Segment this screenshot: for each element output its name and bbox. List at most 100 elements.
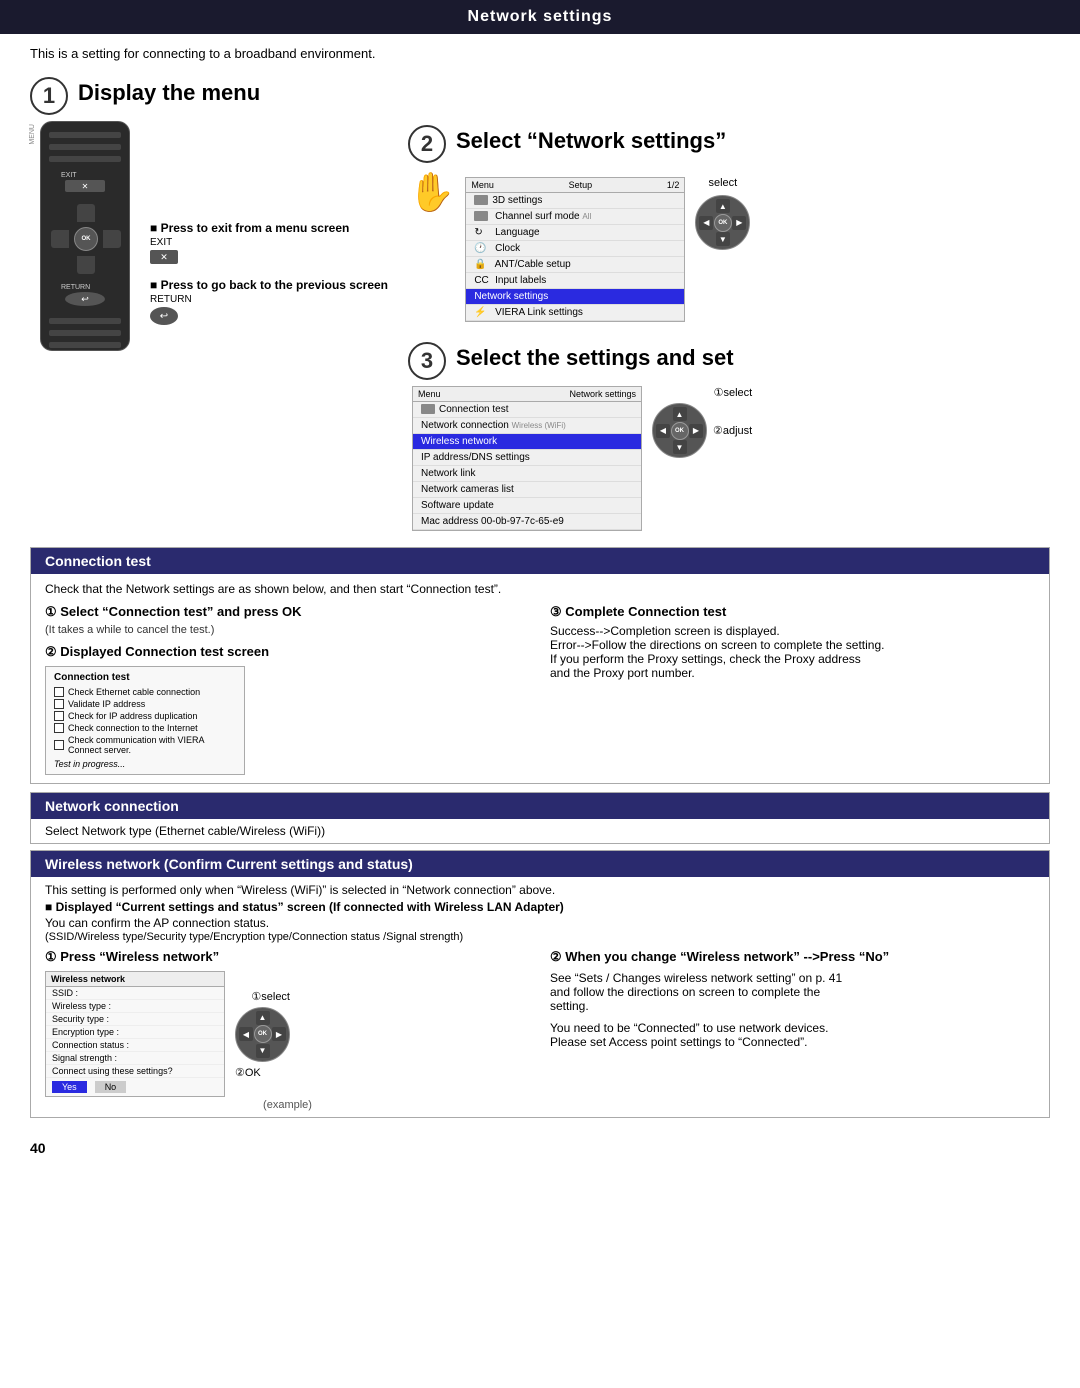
conn-step3-title: ③ Complete Connection test [550, 604, 1035, 620]
return-btn-label: RETURN [150, 294, 388, 305]
wireless-step2-text: See “Sets / Changes wireless network set… [550, 971, 1035, 1013]
wireless-body: This setting is performed only when “Wir… [31, 877, 1049, 1117]
wireless-col-left: ① Press “Wireless network” Wireless netw… [45, 949, 530, 1111]
net-conn-header: Network connection [31, 793, 1049, 819]
step1-header: 1 Display the menu [30, 73, 1050, 115]
step1-number: 1 [30, 77, 68, 115]
step2-header: 2 Select “Network settings” [408, 121, 752, 163]
wireless-header: Wireless network (Confirm Current settin… [31, 851, 1049, 877]
check-box-0 [54, 687, 64, 697]
step3-content: Menu Network settings Connection test Ne… [412, 386, 752, 531]
header-title: Network settings [468, 8, 613, 25]
step2-select-label: select [708, 177, 737, 189]
conn-check-1: Validate IP address [54, 699, 236, 709]
wireless-step2-title: ② When you change “Wireless network” -->… [550, 949, 1035, 965]
menu-row-3: 🕐 Clock [466, 241, 684, 257]
menu-hand-icon: ✋ [408, 171, 455, 215]
conn-test-title: Connection test [45, 553, 151, 569]
menu-row-2: ↻ Language [466, 225, 684, 241]
wireless-row-3: Encryption type : [46, 1026, 224, 1039]
step2-title: Select “Network settings” [456, 128, 726, 154]
step2-remote: select ▲ ▼ ◀ ▶ OK [695, 177, 750, 250]
page-wrapper: Network settings This is a setting for c… [0, 0, 1080, 1162]
conn-test-desc: Check that the Network settings are as s… [45, 582, 1035, 596]
menu-row-1: Channel surf mode All [466, 209, 684, 225]
menu-row-7: ⚡ VIERA Link settings [466, 305, 684, 321]
wireless-screen-row: Wireless network SSID : Wireless type : … [45, 971, 530, 1097]
wireless-ok-label: ②OK [235, 1066, 261, 1079]
menu-mock: Menu Setup 1/2 3D settings Channel surf … [465, 177, 685, 322]
main-content: This is a setting for connecting to a br… [0, 34, 1080, 1134]
wireless-select-label: ①select [251, 990, 290, 1003]
connection-test-section: Connection test Check that the Network s… [30, 547, 1050, 784]
menu-row-4: 🔒 ANT/Cable setup [466, 257, 684, 273]
remote-control-step1: MENU EXIT ✕ OK [40, 121, 130, 351]
conn-check-0: Check Ethernet cable connection [54, 687, 236, 697]
nm-row-6: Software update [413, 498, 641, 514]
nm-row-5: Network cameras list [413, 482, 641, 498]
network-menu-header: Menu Network settings [413, 387, 641, 402]
conn-check-3: Check connection to the Internet [54, 723, 236, 733]
wireless-no-btn[interactable]: No [95, 1081, 127, 1093]
step2-remote-circle: ▲ ▼ ◀ ▶ OK [695, 195, 750, 250]
page-header: Network settings [0, 0, 1080, 34]
conn-step1-title: ① Select “Connection test” and press OK [45, 604, 530, 620]
wireless-col-right: ② When you change “Wireless network” -->… [550, 949, 1035, 1111]
exit-note-title: ■ Press to exit from a menu screen [150, 221, 388, 235]
return-note: ■ Press to go back to the previous scree… [150, 278, 388, 325]
conn-check-4: Check communication with VIERA Connect s… [54, 735, 236, 755]
net-conn-text: Select Network type (Ethernet cable/Wire… [45, 824, 325, 838]
remote-img: MENU EXIT ✕ OK [40, 121, 130, 351]
wireless-row-6: Connect using these settings? [46, 1065, 224, 1078]
wireless-desc: This setting is performed only when “Wir… [45, 883, 1035, 897]
example-label: (example) [45, 1099, 530, 1111]
nm-row-3: IP address/DNS settings [413, 450, 641, 466]
step3-number: 3 [408, 342, 446, 380]
check-box-4 [54, 740, 64, 750]
return-note-title: ■ Press to go back to the previous scree… [150, 278, 388, 292]
step2-number: 2 [408, 125, 446, 163]
conn-test-body: Check that the Network settings are as s… [31, 574, 1049, 783]
nm-row-4: Network link [413, 466, 641, 482]
wireless-note: ■ Displayed “Current settings and status… [45, 900, 1035, 914]
step3-adjust-label: ②adjust [713, 424, 752, 437]
dpad[interactable]: OK [51, 204, 121, 274]
wireless-yes-btn[interactable]: Yes [52, 1081, 87, 1093]
conn-screen-title: Connection test [54, 672, 236, 683]
conn-check-2: Check for IP address duplication [54, 711, 236, 721]
wireless-step2-extra: You need to be “Connected” to use networ… [550, 1021, 1035, 1049]
conn-step3-text: Success-->Completion screen is displayed… [550, 624, 1035, 680]
step2-area: 2 Select “Network settings” ✋ Menu Setup [408, 121, 752, 531]
check-box-2 [54, 711, 64, 721]
wireless-mock-title: Wireless network [46, 972, 224, 987]
step3-remote-circle: ▲ ▼ ◀ ▶ OK [652, 403, 707, 458]
nm-row-wireless: Wireless network [413, 434, 641, 450]
menu-row-network: Network settings [466, 289, 684, 305]
wireless-screen-mock: Wireless network SSID : Wireless type : … [45, 971, 225, 1097]
menu-mock-header: Menu Setup 1/2 [466, 178, 684, 193]
conn-screen-mock: Connection test Check Ethernet cable con… [45, 666, 245, 775]
step3-remote-area: ①select ▲ ▼ ◀ ▶ OK [652, 386, 752, 458]
wireless-remote-circle: ▲ ▼ ◀ ▶ OK [235, 1007, 290, 1062]
wireless-row-0: SSID : [46, 987, 224, 1000]
wireless-cols: ① Press “Wireless network” Wireless netw… [45, 949, 1035, 1111]
wireless-step1-title: ① Press “Wireless network” [45, 949, 530, 965]
conn-step2-title: ② Displayed Connection test screen [45, 644, 530, 660]
net-conn-title: Network connection [45, 798, 179, 814]
step3-remote-row: ▲ ▼ ◀ ▶ OK [652, 403, 752, 458]
nm-row-0: Connection test [413, 402, 641, 418]
nm-row-1: Network connection Wireless (WiFi) [413, 418, 641, 434]
step3-header: 3 Select the settings and set [408, 338, 752, 380]
menu-row-0: 3D settings [466, 193, 684, 209]
step3-select-label: ①select [714, 386, 753, 399]
conn-test-header: Connection test [31, 548, 1049, 574]
wireless-row-1: Wireless type : [46, 1000, 224, 1013]
net-conn-body: Select Network type (Ethernet cable/Wire… [31, 819, 1049, 843]
nm-row-7: Mac address 00-0b-97-7c-65-e9 [413, 514, 641, 530]
page-number: 40 [0, 1134, 1080, 1162]
check-box-1 [54, 699, 64, 709]
side-notes: ■ Press to exit from a menu screen EXIT … [150, 121, 388, 325]
wireless-mock-bottom: Yes No [46, 1078, 224, 1096]
wireless-note-sub: You can confirm the AP connection status… [45, 916, 1035, 930]
wireless-row-5: Signal strength : [46, 1052, 224, 1065]
